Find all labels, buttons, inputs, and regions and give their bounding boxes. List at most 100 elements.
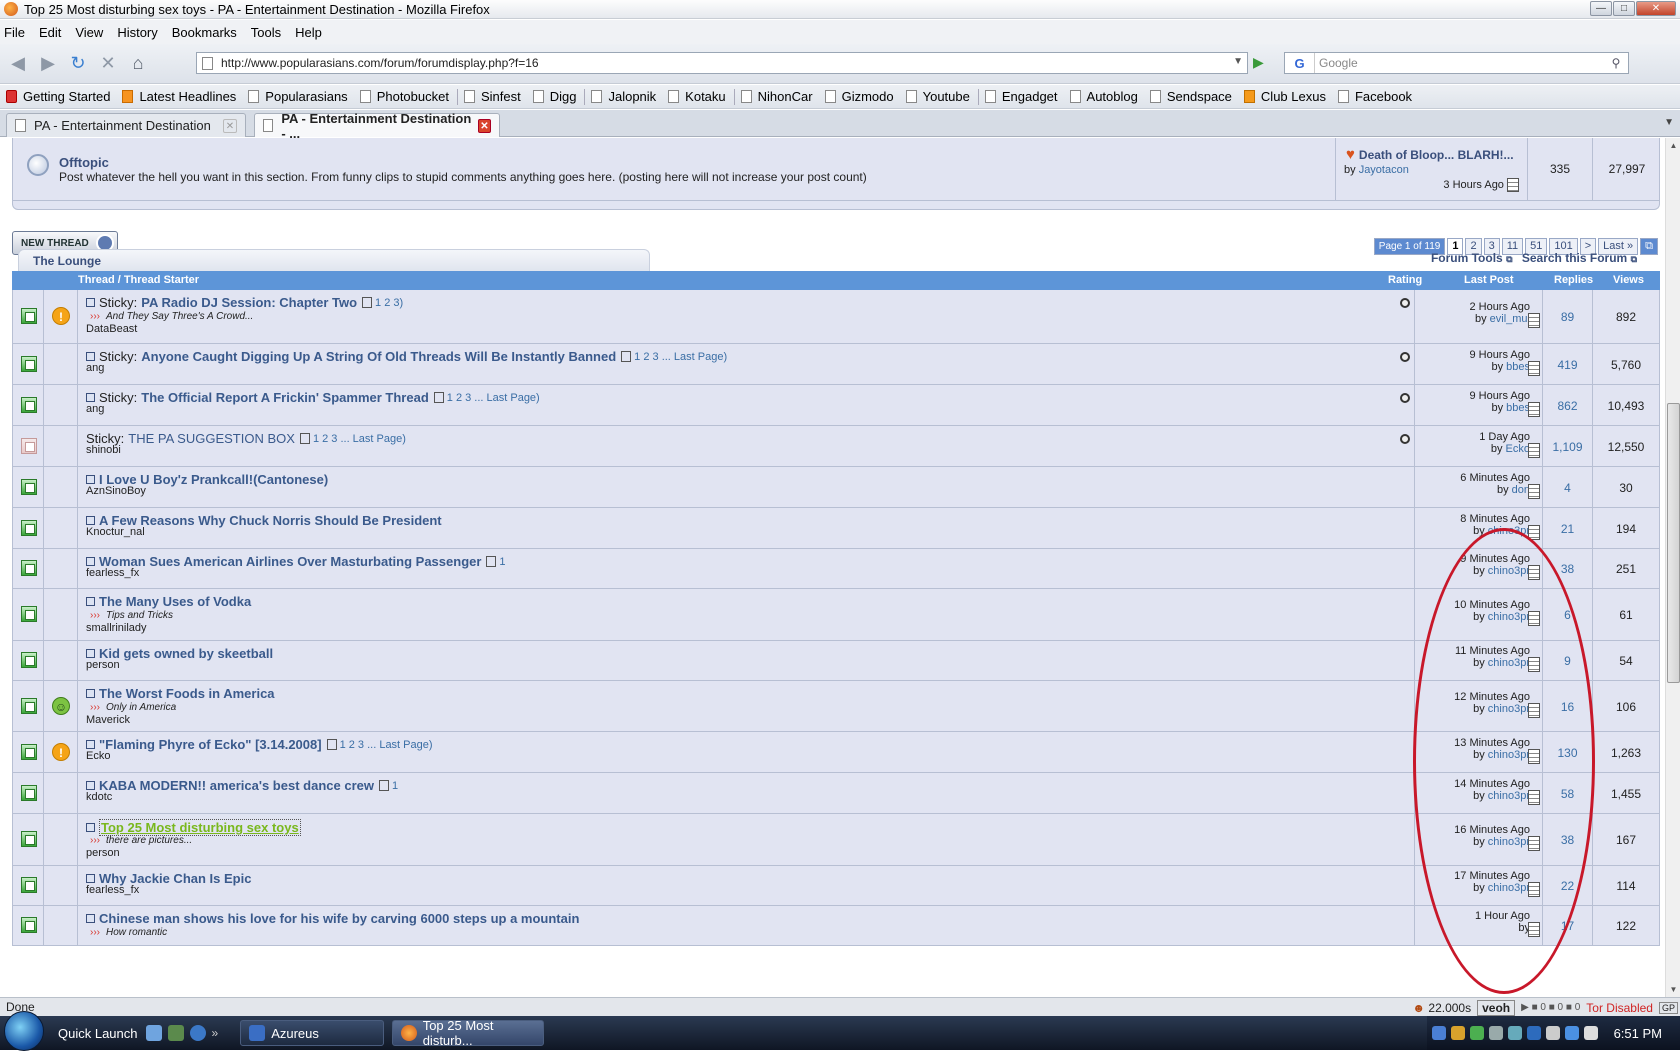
scroll-down-icon[interactable]: ▼: [1666, 982, 1680, 997]
bookmark-autoblog[interactable]: Autoblog: [1069, 89, 1138, 104]
tor-status[interactable]: Tor Disabled: [1586, 1001, 1653, 1015]
url-bar[interactable]: http://www.popularasians.com/forum/forum…: [196, 52, 1248, 74]
vertical-scrollbar[interactable]: ▲ ▼: [1665, 138, 1680, 997]
thread-starter[interactable]: Maverick: [86, 714, 130, 726]
thread-title-link[interactable]: THE PA SUGGESTION BOX: [128, 431, 295, 446]
stop-icon[interactable]: ✕: [96, 52, 120, 76]
taskbar-azureus[interactable]: Azureus: [240, 1020, 385, 1046]
tray-icon[interactable]: [1507, 1026, 1522, 1040]
thread-pages[interactable]: 1 2 3 ... Last Page): [299, 433, 406, 445]
thread-starter[interactable]: kdotc: [86, 791, 112, 803]
menu-view[interactable]: View: [75, 25, 103, 40]
bookmark-club-lexus[interactable]: Club Lexus: [1243, 89, 1326, 104]
header-views[interactable]: Views: [1613, 274, 1644, 286]
tray-icon[interactable]: [1488, 1026, 1503, 1040]
thread-title-link[interactable]: The Worst Foods in America: [99, 686, 275, 701]
gp-icon[interactable]: GP: [1658, 1001, 1678, 1014]
thread-starter[interactable]: shinobi: [86, 444, 121, 456]
thread-starter[interactable]: Ecko: [86, 750, 110, 762]
bookmark-nihoncar[interactable]: NihonCar: [740, 89, 813, 104]
minimize-button[interactable]: —: [1590, 1, 1612, 16]
thread-title-link[interactable]: Top 25 Most disturbing sex toys: [99, 819, 301, 836]
thread-pages[interactable]: 1 2 3): [362, 297, 403, 309]
thread-pages[interactable]: 1 2 3 ... Last Page): [621, 351, 727, 363]
quicklaunch-app-icon[interactable]: [167, 1025, 184, 1041]
home-icon[interactable]: ⌂: [126, 52, 150, 76]
menu-file[interactable]: File: [4, 25, 25, 40]
tray-icon[interactable]: [1526, 1026, 1541, 1040]
ie-icon[interactable]: [189, 1025, 206, 1041]
volume-icon[interactable]: [1583, 1026, 1598, 1040]
go-to-last-post-icon[interactable]: [1507, 178, 1519, 192]
header-replies[interactable]: Replies: [1554, 274, 1593, 286]
thread-pages[interactable]: 1 2 3 ... Last Page): [326, 739, 433, 751]
go-to-last-post-icon[interactable]: [1528, 361, 1540, 376]
menu-help[interactable]: Help: [295, 25, 322, 40]
url-dropdown-icon[interactable]: ▼: [1233, 56, 1243, 67]
thread-title-link[interactable]: The Official Report A Frickin' Spammer T…: [141, 390, 428, 405]
menu-edit[interactable]: Edit: [39, 25, 61, 40]
replies-count[interactable]: 419: [1543, 358, 1592, 372]
go-to-last-post-icon[interactable]: [1528, 443, 1540, 458]
replies-count[interactable]: 21: [1543, 522, 1592, 536]
go-to-last-post-icon[interactable]: [1528, 484, 1540, 499]
tray-icon[interactable]: [1450, 1026, 1465, 1040]
replies-count[interactable]: 862: [1543, 399, 1592, 413]
bookmark-photobucket[interactable]: Photobucket: [359, 89, 449, 104]
tab-entertainment-2[interactable]: PA - Entertainment Destination - ... ✕: [254, 111, 500, 141]
thread-starter[interactable]: fearless_fx: [86, 567, 139, 579]
menu-bookmarks[interactable]: Bookmarks: [172, 25, 237, 40]
go-to-last-post-icon[interactable]: [1528, 402, 1540, 417]
bookmark-getting-started[interactable]: Getting Started: [6, 89, 110, 104]
bookmark-facebook[interactable]: Facebook: [1337, 89, 1412, 104]
show-desktop-icon[interactable]: [145, 1025, 162, 1041]
thread-starter[interactable]: smallrinilady: [86, 622, 147, 634]
bookmark-kotaku[interactable]: Kotaku: [668, 89, 726, 104]
clock[interactable]: 6:51 PM: [1614, 1026, 1662, 1041]
replies-count[interactable]: 1,109: [1543, 440, 1592, 454]
thread-starter[interactable]: Knoctur_nal: [86, 526, 145, 538]
thread-pages[interactable]: 1: [378, 780, 398, 792]
thread-starter[interactable]: AznSinoBoy: [86, 485, 146, 497]
thread-starter[interactable]: person: [86, 847, 120, 859]
menu-tools[interactable]: Tools: [251, 25, 281, 40]
start-button-icon[interactable]: [4, 1011, 44, 1051]
page-jump-icon[interactable]: ⧉: [1640, 238, 1658, 255]
bookmark-popularasians[interactable]: Popularasians: [248, 89, 348, 104]
search-forum-link[interactable]: Search this Forum: [1522, 251, 1627, 265]
forum-name[interactable]: Offtopic: [59, 155, 109, 170]
search-input[interactable]: Google: [1315, 56, 1604, 70]
thread-title-link[interactable]: Kid gets owned by skeetball: [99, 646, 273, 661]
close-window-button[interactable]: ✕: [1636, 1, 1676, 16]
thread-title-link[interactable]: KABA MODERN!! america's best dance crew: [99, 778, 374, 793]
taskbar-firefox[interactable]: Top 25 Most disturb...: [392, 1018, 545, 1048]
header-rating[interactable]: Rating: [1388, 274, 1422, 286]
bookmark-gizmodo[interactable]: Gizmodo: [824, 89, 894, 104]
expand-chevron-icon[interactable]: »: [212, 1026, 219, 1040]
thread-pages[interactable]: 1: [486, 556, 506, 568]
scroll-thumb[interactable]: [1667, 403, 1680, 683]
bookmark-sendspace[interactable]: Sendspace: [1149, 89, 1232, 104]
go-arrow-icon[interactable]: ▶: [1253, 54, 1264, 71]
reload-icon[interactable]: ↻: [66, 52, 90, 76]
search-box[interactable]: G Google ⚲: [1284, 52, 1629, 74]
thread-starter[interactable]: fearless_fx: [86, 884, 139, 896]
replies-count[interactable]: 89: [1543, 310, 1592, 324]
maximize-button[interactable]: □: [1613, 1, 1635, 16]
bookmark-sinfest[interactable]: Sinfest: [463, 89, 521, 104]
bookmark-latest-headlines[interactable]: Latest Headlines: [122, 89, 236, 104]
header-thread[interactable]: Thread / Thread Starter: [78, 274, 199, 286]
scroll-up-icon[interactable]: ▲: [1666, 138, 1680, 153]
thread-title-link[interactable]: The Many Uses of Vodka: [99, 594, 251, 609]
thread-title-link[interactable]: Anyone Caught Digging Up A String Of Old…: [141, 349, 616, 364]
thread-title-link[interactable]: Woman Sues American Airlines Over Mastur…: [99, 554, 481, 569]
thread-title-link[interactable]: Chinese man shows his love for his wife …: [99, 911, 579, 926]
close-tab-icon[interactable]: ✕: [477, 118, 491, 133]
tab-entertainment-1[interactable]: PA - Entertainment Destination ✕: [6, 113, 246, 137]
google-engine-icon[interactable]: G: [1285, 53, 1315, 73]
forum-tools-link[interactable]: Forum Tools: [1431, 251, 1503, 265]
veoh-icon[interactable]: veoh: [1477, 999, 1516, 1016]
tray-icon[interactable]: [1431, 1026, 1446, 1040]
bookmark-engadget[interactable]: Engadget: [984, 89, 1058, 104]
tray-icon[interactable]: [1469, 1026, 1484, 1040]
